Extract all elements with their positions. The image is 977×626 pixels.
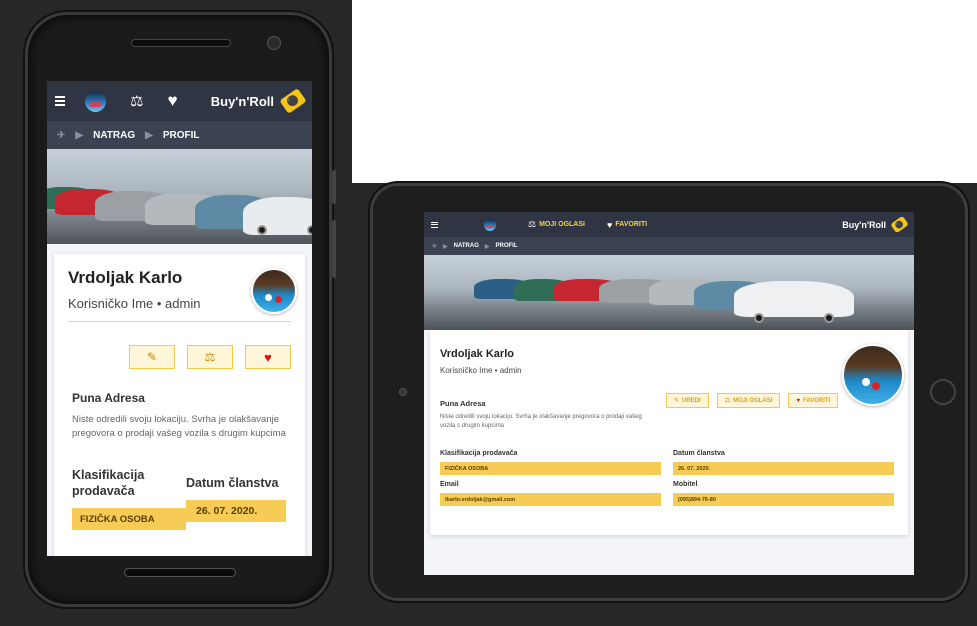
heart-icon: ♥ <box>606 219 613 230</box>
user-edit-icon: ✎ <box>674 398 680 404</box>
email-label: Email <box>440 481 459 489</box>
address-row: Puna Adresa Niste odredili svoju lokacij… <box>440 393 898 430</box>
avatar[interactable] <box>484 218 496 231</box>
breadcrumb-profile: PROFIL <box>162 129 200 141</box>
car-icon[interactable]: ✈ <box>432 243 437 250</box>
tablet-camera <box>399 388 407 396</box>
favorites-button[interactable]: ♥ <box>245 345 291 369</box>
phone-home-bar <box>124 568 236 577</box>
breadcrumb-back[interactable]: NATRAG <box>454 243 479 249</box>
member-since-label: Datum članstva <box>186 475 279 490</box>
triangle-right-icon: ▶ <box>75 129 84 141</box>
phone-screen: ⚖ ♥ Buy'n'Roll ⚫ ✈ ▶ NATRAG ▶ PROFIL Vrd… <box>47 81 312 556</box>
action-buttons: ✎ UREDI ⚖ MOJI OGLASI ♥ FAVORITI <box>666 393 839 430</box>
heart-icon: ♥ <box>264 349 272 365</box>
navbar: ⚖ MOJI OGLASI ♥ FAVORITI Buy'n'Roll ⚫ <box>424 212 914 237</box>
profile-card: Vrdoljak Karlo Korisničko Ime • admin ✎ … <box>54 254 305 556</box>
member-since-value: 26. 07. 2020. <box>673 462 894 476</box>
ads-icon: ⚖ <box>528 219 537 229</box>
ads-icon: ⚖ <box>204 350 216 364</box>
ads-icon[interactable]: ⚖ <box>130 92 143 110</box>
edit-profile-button[interactable]: ✎ <box>129 345 175 369</box>
phone-speaker <box>131 39 231 47</box>
details-row: Klasifikacija prodavača FIZIČKA OSOBA Da… <box>72 467 291 531</box>
phone-value: (095)894-76-80 <box>673 493 894 507</box>
address-text: Niste odredili svoju lokaciju. Svrha je … <box>72 414 286 439</box>
navbar: ⚖ ♥ Buy'n'Roll ⚫ <box>47 81 312 121</box>
my-ads-button[interactable]: ⚖ MOJI OGLASI <box>716 393 781 408</box>
email-value: tkarlo.vrdoljak@gmail.com <box>440 493 661 507</box>
phone-side-button <box>332 170 336 204</box>
phone-label: Mobitel <box>673 481 698 489</box>
heart-icon[interactable]: ♥ <box>167 91 177 111</box>
user-edit-icon: ✎ <box>146 350 158 364</box>
breadcrumb: ✈ ▶ NATRAG ▶ PROFIL <box>424 237 914 255</box>
address-text: Niste odredili svoju lokaciju. Svrha je … <box>440 414 642 429</box>
profile-card: Vrdoljak Karlo Korisničko Ime • admin Pu… <box>430 330 908 535</box>
cover-image <box>424 255 914 330</box>
brand-name[interactable]: Buy'n'Roll <box>842 220 886 230</box>
seller-class-value: FIZIČKA OSOBA <box>440 462 661 476</box>
edit-profile-button[interactable]: ✎ UREDI <box>666 393 709 408</box>
breadcrumb-back[interactable]: NATRAG <box>93 130 135 141</box>
car-icon[interactable]: ✈ <box>57 130 65 141</box>
address-title: Puna Adresa <box>72 391 145 405</box>
seller-class-label: Klasifikacija prodavača <box>72 467 145 499</box>
tablet-home-button <box>930 379 956 405</box>
phone-device: ⚖ ♥ Buy'n'Roll ⚫ ✈ ▶ NATRAG ▶ PROFIL Vrd… <box>25 12 336 607</box>
member-since-label: Datum članstva <box>673 450 725 458</box>
hamburger-icon[interactable] <box>55 94 65 108</box>
divider <box>68 321 291 322</box>
tablet-screen: ⚖ MOJI OGLASI ♥ FAVORITI Buy'n'Roll ⚫ ✈ … <box>424 212 914 575</box>
profile-name: Vrdoljak Karlo <box>440 348 514 360</box>
seller-class-label: Klasifikacija prodavača <box>440 450 518 458</box>
nav-favorites[interactable]: FAVORITI <box>615 221 647 228</box>
address-title: Puna Adresa <box>440 399 486 408</box>
price-tag-icon: ⚫ <box>279 88 307 114</box>
breadcrumb: ✈ ▶ NATRAG ▶ PROFIL <box>47 121 312 149</box>
heart-icon: ♥ <box>796 397 800 404</box>
profile-avatar <box>842 344 904 406</box>
ads-icon: ⚖ <box>724 398 731 404</box>
profile-username: Korisničko Ime • admin <box>440 366 522 375</box>
triangle-right-icon: ▶ <box>145 129 153 141</box>
tablet-device: ⚖ MOJI OGLASI ♥ FAVORITI Buy'n'Roll ⚫ ✈ … <box>370 183 968 601</box>
hamburger-icon[interactable] <box>431 220 438 229</box>
favorites-button[interactable]: ♥ FAVORITI <box>788 393 839 408</box>
price-tag-icon: ⚫ <box>890 215 909 234</box>
triangle-right-icon: ▶ <box>484 243 490 250</box>
phone-camera <box>267 36 281 50</box>
triangle-right-icon: ▶ <box>443 243 448 250</box>
profile-avatar <box>251 268 297 314</box>
nav-my-ads[interactable]: MOJI OGLASI <box>539 221 585 228</box>
phone-volume-button <box>332 220 336 278</box>
cover-image <box>47 149 312 244</box>
details-grid: Klasifikacija prodavača FIZIČKA OSOBA Em… <box>440 450 898 507</box>
member-since-value: 26. 07. 2020. <box>186 499 286 522</box>
my-ads-button[interactable]: ⚖ <box>187 345 233 369</box>
action-buttons: ✎ ⚖ ♥ <box>68 345 291 369</box>
avatar[interactable] <box>85 90 106 112</box>
seller-class-value: FIZIČKA OSOBA <box>72 508 186 531</box>
brand-name[interactable]: Buy'n'Roll <box>211 94 274 109</box>
breadcrumb-profile: PROFIL <box>495 243 518 249</box>
